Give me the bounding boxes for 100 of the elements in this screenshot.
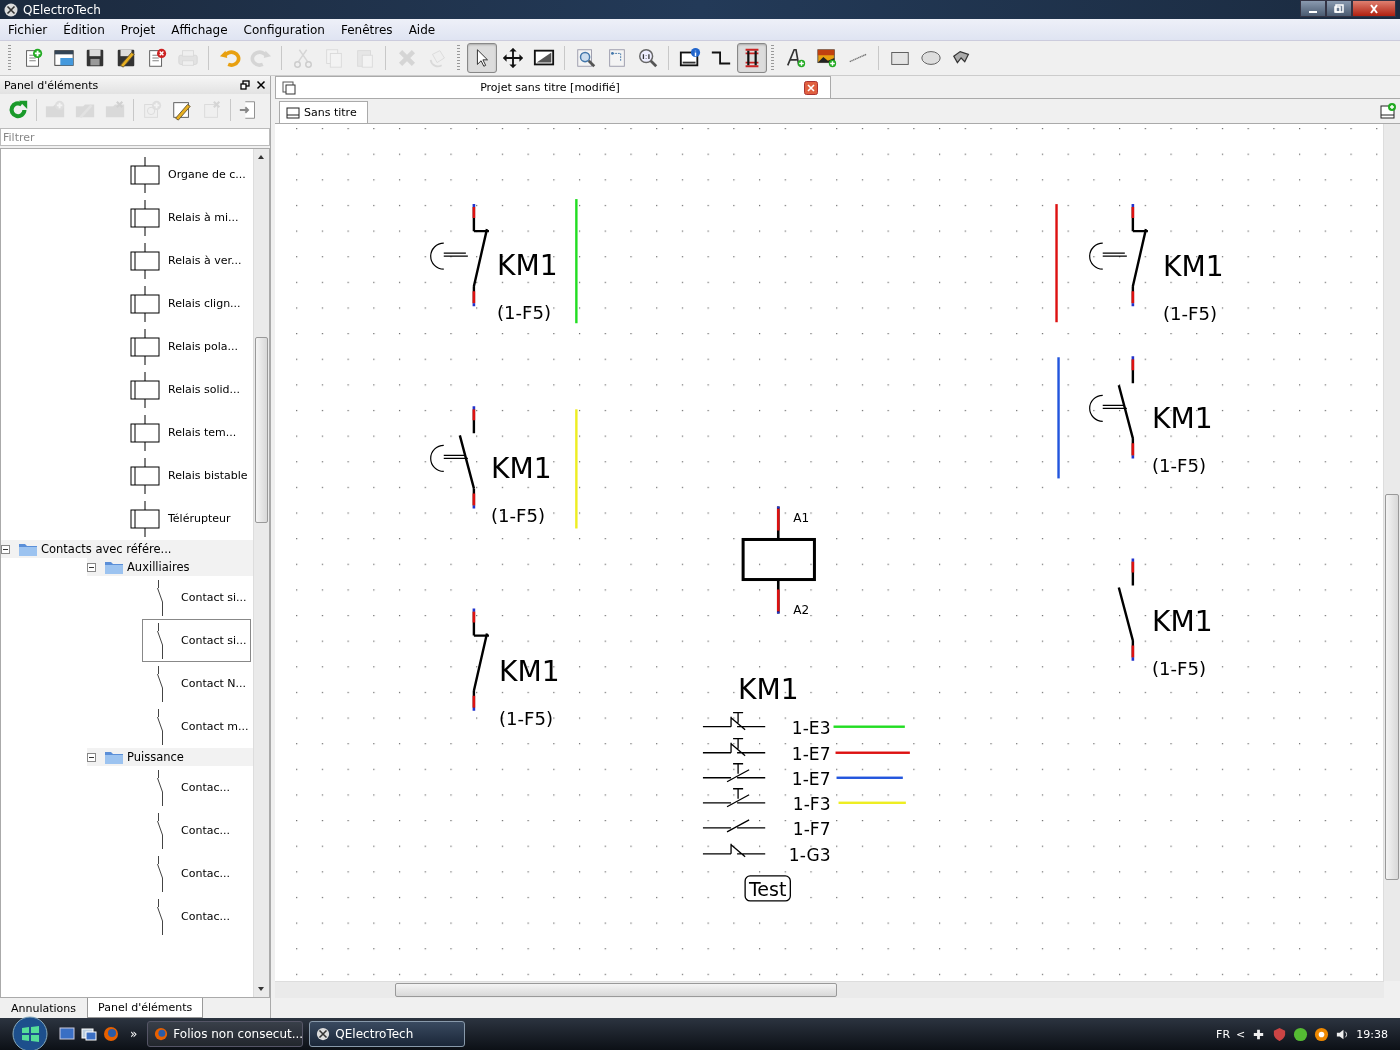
tree-element[interactable]: Contact N... — [142, 662, 251, 705]
menu-item[interactable]: Aide — [400, 22, 444, 37]
project-title: Projet sans titre [modifié] — [479, 81, 621, 94]
contact-label: KM1 — [490, 452, 552, 486]
tree-element[interactable]: Contact si... — [142, 576, 251, 619]
window-switch-icon[interactable] — [81, 1026, 97, 1042]
contact-symbol-icon — [157, 769, 163, 806]
close-button[interactable] — [1352, 0, 1396, 17]
window-title: QElectroTech — [23, 2, 101, 17]
contact-symbol-icon — [157, 622, 163, 659]
tree-folder[interactable]: Puissance — [87, 748, 253, 766]
contact-symbol[interactable] — [1089, 202, 1150, 308]
terminal-label: A1 — [793, 511, 810, 526]
tree-folder[interactable]: Contacts avec référe... — [1, 540, 253, 558]
scroll-up-icon[interactable] — [257, 154, 265, 160]
tree-element[interactable]: Relais à mi... — [121, 196, 253, 239]
filter-field[interactable]: Filtrer — [0, 128, 270, 146]
taskbar-button[interactable]: QElectroTech — [309, 1021, 466, 1047]
collapse-icon[interactable] — [87, 562, 96, 572]
tree-element[interactable]: Télérupteur — [121, 497, 253, 540]
start-button[interactable] — [12, 1016, 48, 1050]
tray-app-icon[interactable] — [1293, 1026, 1309, 1042]
menu-item[interactable]: Édition — [55, 22, 113, 37]
toolbar-grip[interactable] — [8, 45, 11, 71]
close-icon[interactable] — [256, 80, 266, 90]
contact-label: KM1 — [1151, 604, 1213, 638]
collapse-icon[interactable] — [1, 544, 10, 554]
contact-symbol[interactable] — [1089, 354, 1135, 460]
tree-element[interactable]: Relais tem... — [121, 411, 253, 454]
scroll-thumb[interactable] — [255, 337, 268, 523]
contact-symbol[interactable] — [472, 607, 491, 712]
menu-item[interactable]: Projet — [112, 22, 164, 37]
contact-label: KM1 — [497, 249, 558, 283]
tree-element[interactable]: Relais à ver... — [121, 239, 253, 282]
cross-reference-title: KM1 — [738, 672, 799, 706]
terminal-label: A2 — [793, 602, 810, 617]
folder-icon — [19, 542, 37, 556]
project-icon — [282, 80, 296, 95]
clock[interactable]: 19:38 — [1356, 1027, 1388, 1041]
scroll-thumb[interactable] — [395, 983, 837, 997]
contact-symbol-icon — [157, 665, 163, 702]
scroll-thumb[interactable] — [1385, 494, 1399, 880]
app-icon — [316, 1027, 331, 1041]
tree-element[interactable]: Contact m... — [142, 705, 251, 748]
add-folio-icon[interactable] — [1380, 103, 1396, 119]
toolbar-grip[interactable] — [771, 45, 774, 71]
tray-expand[interactable]: < — [1236, 1027, 1246, 1041]
browser-icon — [154, 1027, 169, 1041]
close-icon[interactable] — [804, 80, 818, 95]
taskbar-button[interactable]: Folios non consecut... — [147, 1021, 304, 1047]
tree-element[interactable]: Relais pola... — [121, 325, 253, 368]
tree-element[interactable]: Contac... — [142, 895, 251, 938]
tree-element[interactable]: Relais bistable — [121, 454, 253, 497]
browser-icon[interactable] — [103, 1026, 119, 1042]
scrollbar[interactable] — [1383, 124, 1400, 981]
scroll-down-icon[interactable] — [257, 986, 265, 992]
menu-item[interactable]: Configuration — [235, 22, 333, 37]
scrollbar[interactable] — [275, 981, 1384, 998]
diagram-canvas[interactable]: KM1 (1-F5) KM1 (1-F5) KM1 (1-F5) KM1 (1-F5) KM1 (1-F5) KM1 (1-F5) A1 A2 KM1 1-E3 1-E7 1-E7 1-F3 1-F7 1-G3 Test — [275, 124, 1383, 981]
language-indicator[interactable]: FR — [1216, 1027, 1231, 1041]
close-icon — [1368, 3, 1380, 14]
contact-symbol[interactable] — [1117, 557, 1135, 662]
tree-element[interactable]: Organe de c... — [121, 153, 253, 196]
shield-icon[interactable] — [1272, 1026, 1288, 1042]
tree-element[interactable]: Relais clign... — [121, 282, 253, 325]
scrollbar[interactable] — [253, 149, 269, 997]
delete-element-icon — [201, 99, 223, 121]
overflow-chevron[interactable]: » — [130, 1027, 138, 1041]
folder-icon — [105, 750, 123, 764]
toolbar-grip[interactable] — [457, 45, 460, 71]
tray-app-icon[interactable] — [1314, 1026, 1330, 1042]
collapse-icon[interactable] — [87, 752, 96, 762]
contact-reference: (1-F5) — [497, 302, 552, 324]
desktop-icon[interactable] — [59, 1026, 75, 1042]
contact-reference: (1-F5) — [1163, 303, 1218, 325]
cross-reference: 1-E3 — [791, 717, 831, 738]
tree-element[interactable]: Contac... — [142, 766, 251, 809]
contact-symbol[interactable] — [430, 202, 491, 308]
menu-item[interactable]: Fenêtres — [333, 22, 401, 37]
menu-item[interactable]: Fichier — [0, 22, 56, 37]
coil-symbol[interactable] — [741, 505, 816, 615]
tree-folder[interactable]: Auxilliaires — [87, 558, 253, 576]
tree-element[interactable]: Contac... — [142, 852, 251, 895]
tree-element[interactable]: Contact si... — [142, 619, 251, 662]
folio-tab[interactable]: Sans titre — [279, 101, 368, 123]
contact-label: KM1 — [499, 654, 560, 688]
project-tab[interactable]: Projet sans titre [modifié] — [275, 76, 831, 98]
dock-tab[interactable]: Panel d'éléments — [87, 998, 204, 1018]
menu-item[interactable]: Affichage — [163, 22, 236, 37]
contact-symbol[interactable] — [430, 405, 476, 510]
tree-element[interactable]: Relais solid... — [121, 368, 253, 411]
contact-symbol-icon — [157, 898, 163, 935]
dock-tab[interactable]: Annulations — [0, 998, 88, 1018]
text-box[interactable]: Test — [744, 875, 791, 902]
maximize-button[interactable] — [1326, 0, 1352, 17]
tree-element[interactable]: Contac... — [142, 809, 251, 852]
minimize-button[interactable] — [1300, 0, 1326, 17]
float-icon[interactable] — [240, 80, 250, 90]
contact-label: KM1 — [1151, 402, 1213, 436]
contact-reference: (1-F5) — [490, 505, 545, 527]
